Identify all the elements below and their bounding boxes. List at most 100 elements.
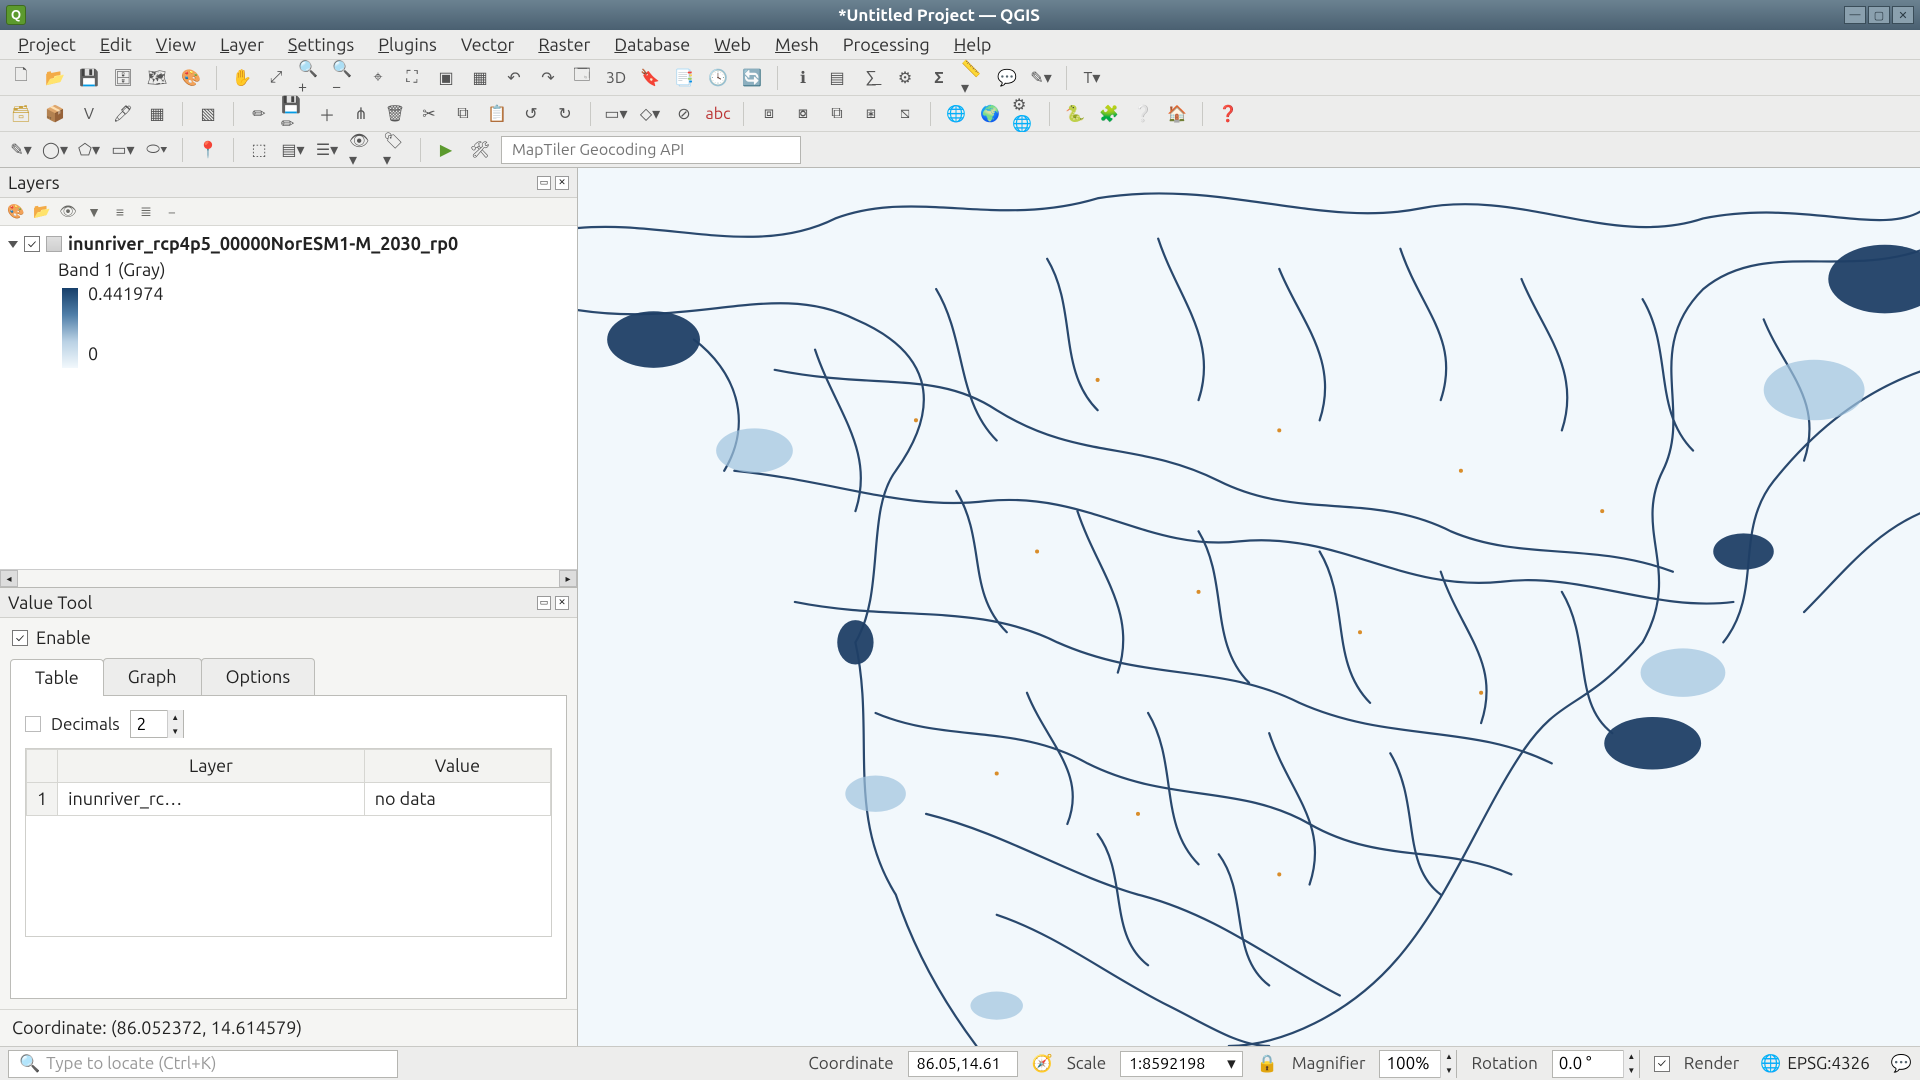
digitize-regular-button[interactable]: ⬠▾ xyxy=(76,137,102,163)
help-button[interactable]: ❓ xyxy=(1215,101,1241,127)
zoom-selection-button[interactable]: ▣ xyxy=(433,65,459,91)
decimals-input[interactable] xyxy=(131,715,167,734)
annotation-button[interactable]: ✎▾ xyxy=(1028,65,1054,91)
identify-button[interactable]: ℹ xyxy=(790,65,816,91)
magnifier-up-icon[interactable]: ▲ xyxy=(1440,1050,1456,1064)
python-console-button[interactable]: 🐍 xyxy=(1062,101,1088,127)
redo-button[interactable]: ↻ xyxy=(552,101,578,127)
render-checkbox[interactable]: ✓ xyxy=(1654,1056,1670,1072)
layer-style-icon[interactable]: 🎨 xyxy=(6,202,26,222)
maptiler-run-icon[interactable]: ▶ xyxy=(433,137,459,163)
layers-tree[interactable]: ✓ inunriver_rcp4p5_00000NorESM1-M_2030_r… xyxy=(0,226,577,569)
menu-database[interactable]: Database xyxy=(604,31,700,59)
panel-close-button[interactable]: ✕ xyxy=(555,176,569,190)
messages-icon[interactable]: 💬 xyxy=(1891,1054,1912,1074)
select-expr-button[interactable]: ▤▾ xyxy=(280,137,306,163)
field-calc-button[interactable]: ∑̲ xyxy=(858,65,884,91)
measure-button[interactable]: 📏▾ xyxy=(960,65,986,91)
plugin-home-button[interactable]: 🏠 xyxy=(1164,101,1190,127)
open-project-button[interactable]: 📂 xyxy=(42,65,68,91)
rotation-down-icon[interactable]: ▼ xyxy=(1623,1064,1639,1078)
zoom-in-button[interactable]: 🔍+ xyxy=(297,65,323,91)
statistics-button[interactable]: Σ xyxy=(926,65,952,91)
magnifier-down-icon[interactable]: ▼ xyxy=(1440,1064,1456,1078)
sb-magnifier-input[interactable] xyxy=(1380,1054,1440,1073)
add-group-icon[interactable]: 📂 xyxy=(32,202,52,222)
extents-toggle-icon[interactable]: 🧭 xyxy=(1032,1054,1053,1074)
new-bookmark-button[interactable]: 🔖 xyxy=(637,65,663,91)
pan-to-selection-button[interactable]: ⤢ xyxy=(263,65,289,91)
layers-horizontal-scrollbar[interactable]: ◂▸ xyxy=(0,569,577,587)
menu-view[interactable]: View xyxy=(146,31,206,59)
menu-help[interactable]: Help xyxy=(944,31,1002,59)
maptiler-geocoding-input[interactable] xyxy=(501,136,801,164)
open-table-button[interactable]: ▤ xyxy=(824,65,850,91)
maptips-button[interactable]: 💬 xyxy=(994,65,1020,91)
decimals-down-icon[interactable]: ▼ xyxy=(167,724,183,738)
zoom-native-button[interactable]: ⌖ xyxy=(365,65,391,91)
sb-magnifier-spinner[interactable]: ▲▼ xyxy=(1379,1050,1457,1078)
undo-button[interactable]: ↺ xyxy=(518,101,544,127)
window-minimize-button[interactable]: — xyxy=(1844,6,1866,24)
new-map-view-button[interactable]: 🗔 xyxy=(569,65,595,91)
decimals-checkbox[interactable] xyxy=(25,716,41,732)
snap2-button[interactable]: ⧇ xyxy=(790,101,816,127)
locator-input[interactable]: 🔍 Type to locate (Ctrl+K) xyxy=(8,1050,398,1078)
menu-project[interactable]: Project xyxy=(8,31,86,59)
filter-legend-icon[interactable]: ▼ xyxy=(84,202,104,222)
digitize-ellipse-button[interactable]: ⬭▾ xyxy=(144,137,170,163)
temporal-button[interactable]: 🕓 xyxy=(705,65,731,91)
filter-button[interactable]: ☰▾ xyxy=(314,137,340,163)
zoom-next-button[interactable]: ↷ xyxy=(535,65,561,91)
value-tool-undock-button[interactable]: ▭ xyxy=(537,596,551,610)
decimals-up-icon[interactable]: ▲ xyxy=(167,710,183,724)
zoom-full-button[interactable]: ⛶ xyxy=(399,65,425,91)
new-geopackage-button[interactable]: 📦 xyxy=(42,101,68,127)
layer-visibility-checkbox[interactable]: ✓ xyxy=(24,236,40,252)
expand-all-icon[interactable]: ≡ xyxy=(110,202,130,222)
cut-features-button[interactable]: ✂ xyxy=(416,101,442,127)
lock-scale-icon[interactable]: 🔒 xyxy=(1257,1054,1278,1074)
osm-download-icon[interactable]: 🌍 xyxy=(977,101,1003,127)
plugin-info-button[interactable]: ❔ xyxy=(1130,101,1156,127)
add-feature-button[interactable]: ＋ xyxy=(314,101,340,127)
sb-coordinate-input[interactable] xyxy=(908,1051,1018,1077)
zoom-layer-button[interactable]: ▦ xyxy=(467,65,493,91)
menu-raster[interactable]: Raster xyxy=(528,31,600,59)
menu-processing[interactable]: Processing xyxy=(833,31,940,59)
crs-button[interactable]: 🌐 EPSG:4326 xyxy=(1753,1051,1877,1077)
select-by-value-button[interactable]: ◇▾ xyxy=(637,101,663,127)
new-project-button[interactable]: 🗋 xyxy=(8,65,34,91)
sb-rotation-input[interactable] xyxy=(1553,1054,1623,1073)
labels-button[interactable]: abc xyxy=(705,101,731,127)
remove-layer-icon[interactable]: − xyxy=(162,202,182,222)
decimals-spinner[interactable]: ▲▼ xyxy=(130,710,184,738)
scale-dropdown-icon[interactable]: ▾ xyxy=(1221,1054,1242,1074)
pan-button[interactable]: ✋ xyxy=(229,65,255,91)
data-source-manager-button[interactable]: 🗃 xyxy=(8,101,34,127)
text-annotation-button[interactable]: T▾ xyxy=(1079,65,1105,91)
menu-plugins[interactable]: Plugins xyxy=(368,31,447,59)
print-layout-button[interactable]: 🗺 xyxy=(144,65,170,91)
digitize-shape-button[interactable]: ✎▾ xyxy=(8,137,34,163)
digitize-curve-button[interactable]: ◯▾ xyxy=(42,137,68,163)
select-features-button[interactable]: ▭▾ xyxy=(603,101,629,127)
zoom-out-button[interactable]: 🔍− xyxy=(331,65,357,91)
table-row[interactable]: 1 inunriver_rc… no data xyxy=(27,783,551,816)
panel-undock-button[interactable]: ▭ xyxy=(537,176,551,190)
value-tool-close-button[interactable]: ✕ xyxy=(555,596,569,610)
ground-control-button[interactable]: 📍 xyxy=(195,137,221,163)
new-spatialite-button[interactable]: 🖊 xyxy=(110,101,136,127)
paste-features-button[interactable]: 📋 xyxy=(484,101,510,127)
show-bookmarks-button[interactable]: 📑 xyxy=(671,65,697,91)
layer-name[interactable]: inunriver_rcp4p5_00000NorESM1-M_2030_rp0 xyxy=(68,234,569,254)
expand-triangle-icon[interactable] xyxy=(8,241,18,248)
menu-web[interactable]: Web xyxy=(704,31,761,59)
zoom-last-button[interactable]: ↶ xyxy=(501,65,527,91)
refresh-button[interactable]: 🔄 xyxy=(739,65,765,91)
menu-mesh[interactable]: Mesh xyxy=(765,31,829,59)
menu-edit[interactable]: Edit xyxy=(90,31,142,59)
window-maximize-button[interactable]: ▢ xyxy=(1868,6,1890,24)
processing-toolbox-button[interactable]: ⚙ xyxy=(892,65,918,91)
tab-options[interactable]: Options xyxy=(201,658,316,695)
